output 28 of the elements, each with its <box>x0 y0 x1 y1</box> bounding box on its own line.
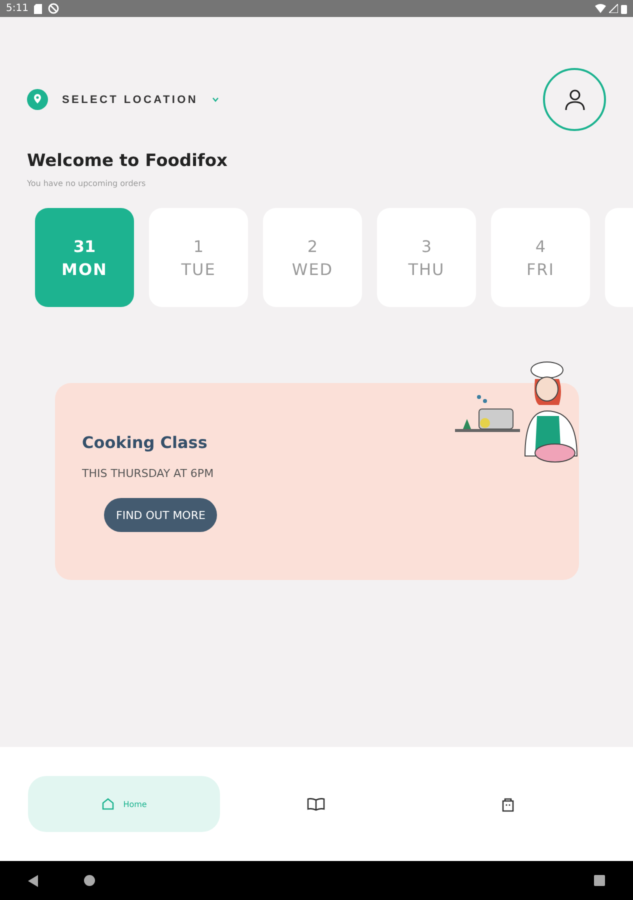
location-selector[interactable]: SELECT LOCATION <box>27 89 220 110</box>
recents-icon[interactable] <box>594 875 605 886</box>
chevron-down-icon <box>212 97 220 102</box>
orders-subtitle: You have no upcoming orders <box>27 179 147 188</box>
nav-tab[interactable]: Home <box>28 776 220 832</box>
banner-subtitle: THIS THURSDAY AT 6PM <box>82 467 215 480</box>
signal-icon <box>609 4 618 13</box>
profile-button[interactable] <box>543 68 606 131</box>
battery-icon <box>621 4 627 14</box>
banner-title: Cooking Class <box>82 433 208 452</box>
wifi-icon <box>595 4 606 13</box>
date-card[interactable]: 2 WED <box>263 208 362 307</box>
blocked-icon <box>48 3 60 14</box>
date-card[interactable]: 3 THU <box>377 208 476 307</box>
back-icon[interactable] <box>28 874 38 886</box>
location-pin-icon <box>27 89 48 110</box>
home-icon <box>101 797 116 811</box>
date-card[interactable]: 4 FRI <box>491 208 590 307</box>
sd-card-icon <box>34 4 42 14</box>
date-card[interactable]: 1 TUE <box>149 208 248 307</box>
bag-icon <box>501 796 515 812</box>
status-time: 5:11 <box>6 3 28 14</box>
user-icon <box>562 88 586 112</box>
book-icon <box>307 797 325 811</box>
find-out-more-button[interactable]: FIND OUT MORE <box>104 498 218 532</box>
date-card[interactable]: 31 MON <box>35 208 134 307</box>
home-button-icon[interactable] <box>84 875 95 886</box>
welcome-title: Welcome to Foodifox <box>27 151 228 171</box>
